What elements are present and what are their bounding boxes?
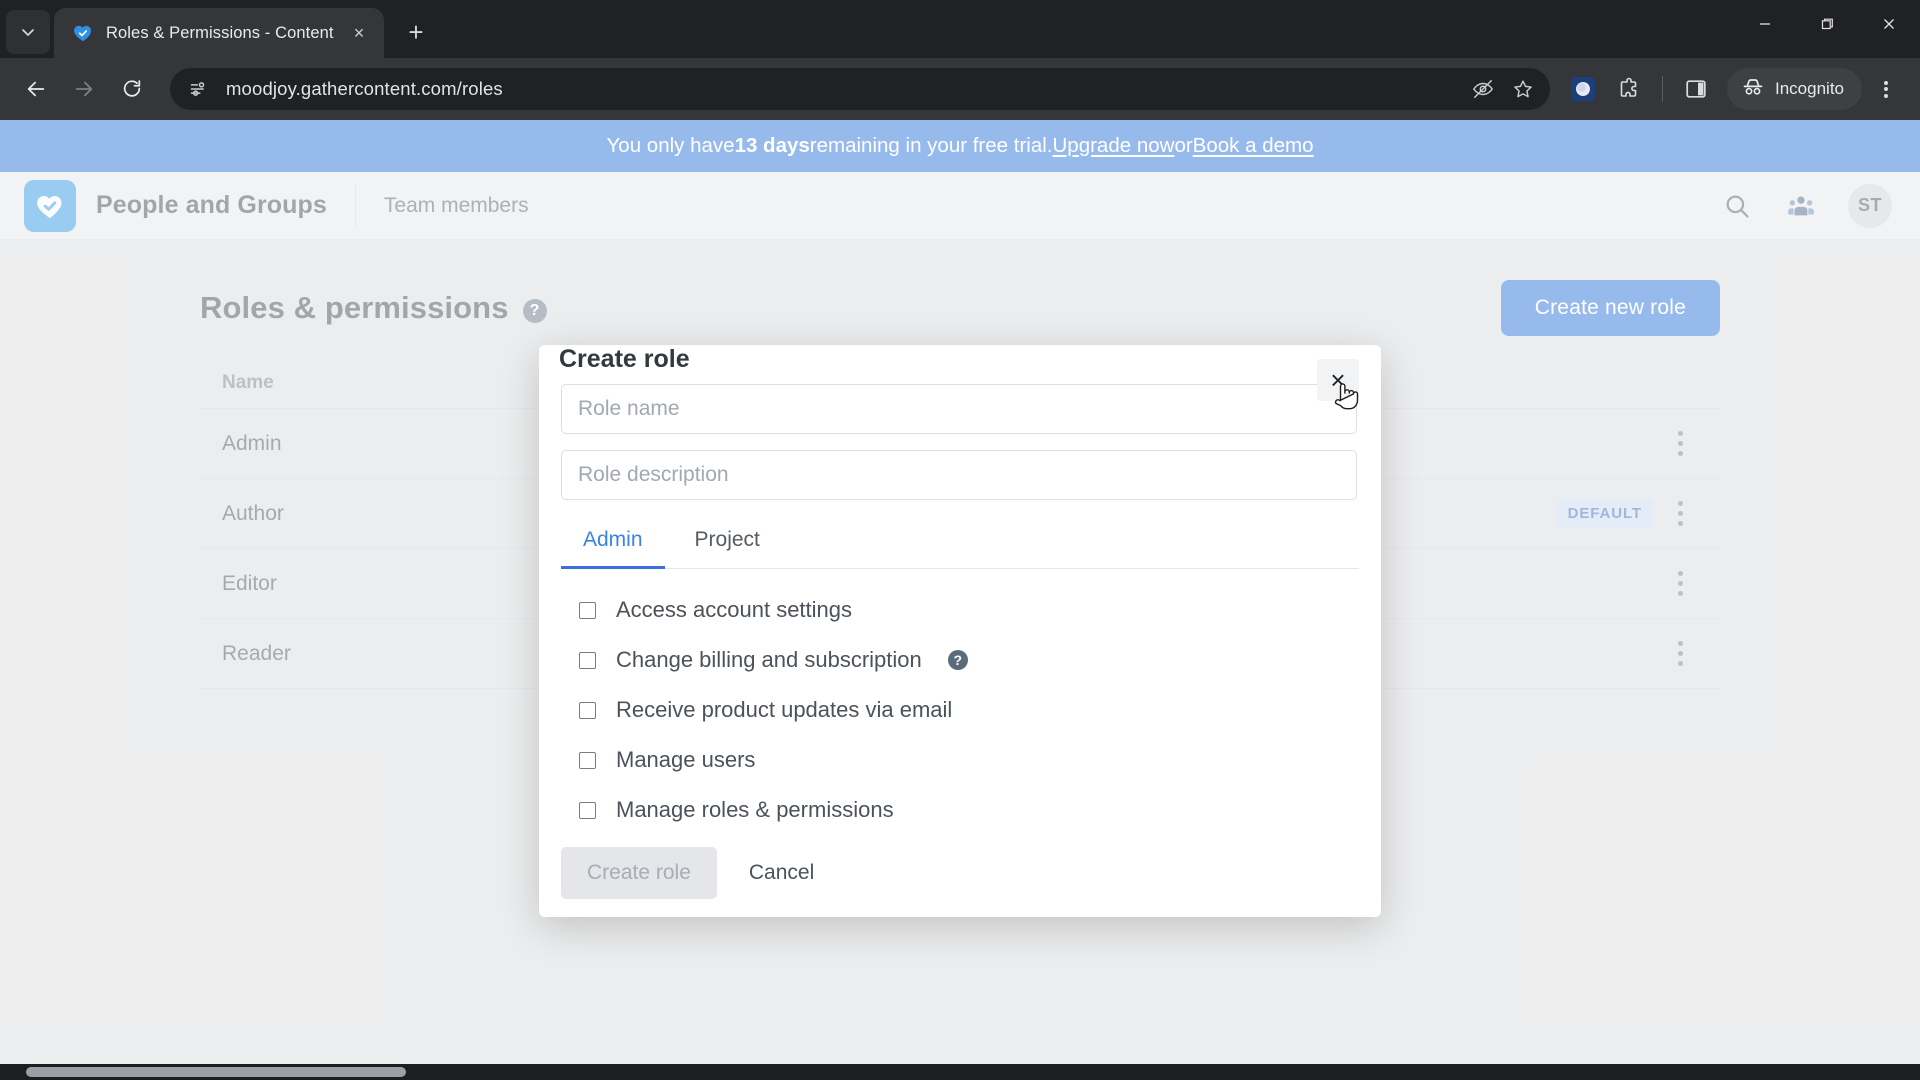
submit-create-role-button[interactable]: Create role (561, 847, 717, 899)
cancel-button[interactable]: Cancel (731, 847, 832, 899)
tab-close-icon[interactable]: × (346, 20, 372, 46)
profile-avatar-icon[interactable] (1562, 68, 1604, 110)
reload-button[interactable] (110, 67, 154, 111)
tab-strip: Roles & Permissions - Content × + (0, 0, 1920, 58)
url-text: moodjoy.gathercontent.com/roles (226, 78, 503, 99)
permission-label: Manage users (616, 747, 756, 772)
window-controls (1734, 0, 1920, 58)
window-maximize-icon[interactable] (1796, 0, 1858, 48)
browser-tab[interactable]: Roles & Permissions - Content × (54, 8, 384, 58)
horizontal-scrollbar[interactable] (0, 1064, 1920, 1080)
checkbox[interactable] (579, 701, 596, 719)
browser-window: Roles & Permissions - Content × + moodjo… (0, 0, 1920, 1080)
incognito-indicator[interactable]: Incognito (1727, 68, 1862, 110)
toolbar-divider (1662, 76, 1663, 102)
role-name-input[interactable] (561, 384, 1357, 434)
bookmark-star-icon[interactable] (1510, 76, 1536, 102)
tab-project[interactable]: Project (673, 518, 782, 568)
window-minimize-icon[interactable] (1734, 0, 1796, 48)
permission-row[interactable]: Receive product updates via email (561, 697, 1359, 723)
tab-search-button[interactable] (6, 10, 50, 54)
permission-label: Manage roles & permissions (616, 797, 894, 822)
forward-button[interactable] (62, 67, 106, 111)
permissions-list: Access account settings Change billing a… (561, 597, 1359, 823)
checkbox[interactable] (579, 801, 596, 819)
scrollbar-thumb[interactable] (26, 1067, 406, 1077)
permission-label: Change billing and subscription (616, 647, 922, 672)
modal-footer: Create role Cancel (539, 847, 1381, 925)
permission-label: Receive product updates via email (616, 697, 953, 722)
browser-toolbar: moodjoy.gathercontent.com/roles Incognit… (0, 58, 1920, 120)
eye-slash-icon[interactable] (1470, 76, 1496, 102)
checkbox[interactable] (579, 651, 596, 669)
permission-tabs: Admin Project (561, 518, 1359, 569)
close-icon[interactable]: × (1317, 359, 1359, 401)
window-close-icon[interactable] (1858, 0, 1920, 48)
permission-row[interactable]: Change billing and subscription ? (561, 647, 1359, 673)
question-mark-icon[interactable]: ? (947, 650, 968, 670)
tab-admin[interactable]: Admin (561, 518, 665, 569)
page-viewport: You only have 13 days remaining in your … (0, 120, 1920, 1080)
address-bar[interactable]: moodjoy.gathercontent.com/roles (170, 68, 1550, 110)
permission-label: Access account settings (616, 597, 853, 622)
permission-row[interactable]: Manage roles & permissions (561, 797, 1359, 823)
create-role-modal: Create role × Admin Project Access accou… (539, 345, 1381, 917)
incognito-hat-icon (1741, 75, 1765, 104)
tab-favicon-icon (72, 22, 94, 44)
incognito-label: Incognito (1775, 79, 1844, 98)
tab-title: Roles & Permissions - Content (106, 23, 334, 42)
extensions-puzzle-icon[interactable] (1608, 68, 1650, 110)
new-tab-button[interactable]: + (396, 12, 436, 52)
role-description-input[interactable] (561, 450, 1357, 500)
checkbox[interactable] (579, 601, 596, 619)
side-panel-icon[interactable] (1675, 68, 1717, 110)
checkbox[interactable] (579, 751, 596, 769)
permission-row[interactable]: Manage users (561, 747, 1359, 773)
browser-menu-button[interactable] (1866, 67, 1906, 111)
modal-title: Create role (559, 345, 690, 373)
modal-header: Create role × (539, 345, 1381, 401)
back-button[interactable] (14, 67, 58, 111)
permission-row[interactable]: Access account settings (561, 597, 1359, 623)
modal-body: Admin Project Access account settings Ch… (539, 374, 1381, 847)
site-settings-icon[interactable] (186, 76, 212, 102)
